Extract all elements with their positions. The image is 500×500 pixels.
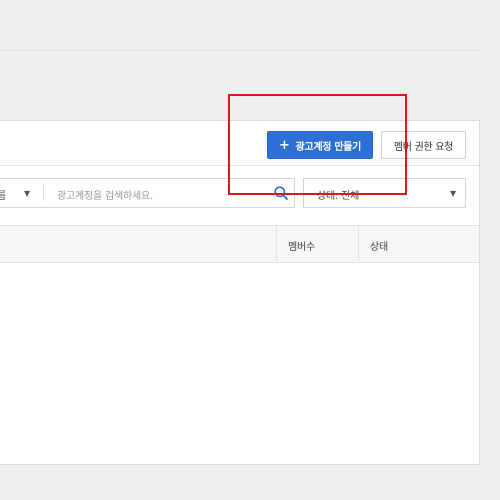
search-input[interactable]: 광고계정을 검색하세요. — [57, 187, 153, 202]
search-type-select[interactable]: 름 — [0, 187, 6, 202]
column-header-members[interactable]: 멤버수 — [288, 238, 315, 253]
column-divider — [276, 226, 277, 263]
status-filter-select[interactable]: 상태: 전체 ▼ — [303, 178, 466, 208]
request-member-permission-label: 멤버 권한 요청 — [393, 141, 454, 153]
top-divider — [0, 50, 480, 51]
plus-icon: + — [278, 137, 290, 153]
status-filter-value: 상태: 전체 — [317, 191, 360, 202]
search-box: 름 ▼ 광고계정을 검색하세요. — [0, 178, 295, 208]
toolbar: + 광고계정 만들기 멤버 권한 요청 — [0, 121, 479, 166]
create-ad-account-button[interactable]: + 광고계정 만들기 — [267, 131, 373, 159]
column-header-status[interactable]: 상태 — [370, 238, 388, 253]
ad-account-panel: + 광고계정 만들기 멤버 권한 요청 름 ▼ 광고계정을 검색하세요. 상태:… — [0, 120, 480, 465]
search-icon[interactable] — [273, 185, 289, 201]
column-divider — [358, 226, 359, 263]
filter-row: 름 ▼ 광고계정을 검색하세요. 상태: 전체 ▼ — [0, 165, 479, 225]
table-header: 멤버수 상태 — [0, 225, 479, 263]
chevron-down-icon[interactable]: ▼ — [24, 189, 30, 198]
request-member-permission-button[interactable]: 멤버 권한 요청 — [381, 131, 466, 159]
chevron-down-icon: ▼ — [450, 189, 457, 198]
search-divider — [43, 185, 44, 201]
create-ad-account-label: 광고계정 만들기 — [295, 141, 362, 153]
